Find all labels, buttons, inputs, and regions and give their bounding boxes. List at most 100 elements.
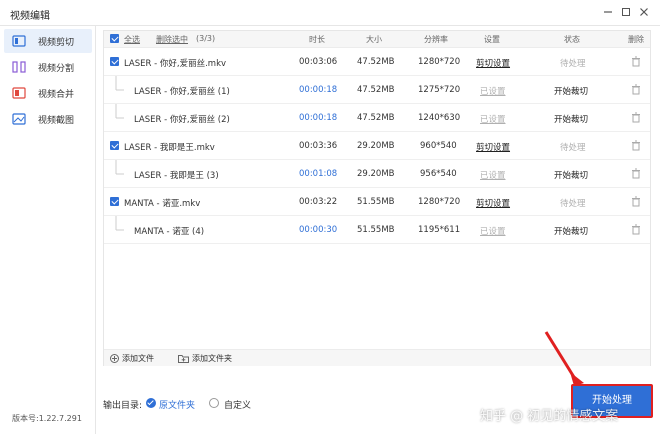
resolution: 1280*720 bbox=[418, 57, 461, 67]
duration: 00:01:08 bbox=[299, 169, 338, 179]
sidebar-item-video-cut[interactable]: 视频剪切 bbox=[4, 29, 92, 53]
duration: 00:00:18 bbox=[299, 113, 338, 123]
trash-icon[interactable] bbox=[631, 56, 641, 67]
trash-icon[interactable] bbox=[631, 196, 641, 207]
radio-original-folder[interactable] bbox=[146, 398, 156, 408]
sidebar-item-video-split[interactable]: 视频分割 bbox=[4, 55, 92, 79]
add-file-button[interactable]: 添加文件 bbox=[122, 353, 154, 364]
file-size: 51.55MB bbox=[357, 225, 395, 235]
trash-icon[interactable] bbox=[631, 224, 641, 235]
resolution: 1195*611 bbox=[418, 225, 461, 235]
row-checkbox[interactable] bbox=[110, 57, 119, 66]
status-text: 待处理 bbox=[560, 143, 586, 153]
sidebar-item-label: 视频截图 bbox=[38, 116, 75, 126]
resolution: 1240*630 bbox=[418, 113, 461, 123]
add-files-bar: 添加文件 添加文件夹 bbox=[104, 349, 650, 366]
column-delete: 删除 bbox=[628, 35, 644, 44]
file-size: 51.55MB bbox=[357, 197, 395, 207]
clip-name: MANTA - 诺亚 (4) bbox=[134, 227, 205, 237]
tree-connector bbox=[115, 160, 124, 175]
version-text: 版本号:1.22.7.291 bbox=[12, 414, 82, 423]
start-cut-button[interactable]: 开始裁切 bbox=[554, 169, 588, 181]
table-row-clip[interactable]: LASER - 你好,爱丽丝 (1) 00:00:18 47.52MB 1275… bbox=[104, 76, 650, 104]
title-bar: 视频编辑 bbox=[0, 0, 660, 26]
settings-done-link[interactable]: 已设置 bbox=[480, 169, 506, 181]
sidebar-item-video-screenshot[interactable]: 视频截图 bbox=[4, 107, 92, 131]
resolution: 1275*720 bbox=[418, 85, 461, 95]
add-icon[interactable] bbox=[110, 354, 119, 366]
delete-selected-button[interactable]: 删除选中 bbox=[156, 34, 188, 45]
sidebar-item-video-merge[interactable]: 视频合并 bbox=[4, 81, 92, 105]
settings-done-link[interactable]: 已设置 bbox=[480, 85, 506, 97]
radio-original-folder-label[interactable]: 原文件夹 bbox=[159, 398, 195, 411]
clip-name: LASER - 你好,爱丽丝 (1) bbox=[134, 87, 230, 97]
start-cut-button[interactable]: 开始裁切 bbox=[554, 113, 588, 125]
resolution: 960*540 bbox=[420, 141, 457, 151]
clip-name: LASER - 我即是王 (3) bbox=[134, 171, 219, 181]
split-icon bbox=[12, 60, 26, 74]
column-status: 状态 bbox=[564, 35, 580, 44]
trash-icon[interactable] bbox=[631, 112, 641, 123]
cut-settings-link[interactable]: 剪切设置 bbox=[476, 57, 510, 69]
row-checkbox[interactable] bbox=[110, 141, 119, 150]
column-resolution: 分辨率 bbox=[424, 35, 448, 44]
table-row-clip[interactable]: LASER - 你好,爱丽丝 (2) 00:00:18 47.52MB 1240… bbox=[104, 104, 650, 132]
cut-settings-link[interactable]: 剪切设置 bbox=[476, 197, 510, 209]
cut-settings-link[interactable]: 剪切设置 bbox=[476, 141, 510, 153]
tree-connector bbox=[115, 104, 124, 119]
file-size: 47.52MB bbox=[357, 57, 395, 67]
table-header: 全选 删除选中 (3/3) 时长 大小 分辨率 设置 状态 删除 bbox=[104, 31, 650, 48]
maximize-icon[interactable] bbox=[620, 6, 632, 18]
resolution: 1280*720 bbox=[418, 197, 461, 207]
close-icon[interactable] bbox=[638, 6, 650, 18]
radio-custom[interactable] bbox=[209, 398, 219, 408]
column-settings: 设置 bbox=[484, 35, 500, 44]
file-size: 47.52MB bbox=[357, 113, 395, 123]
start-cut-button[interactable]: 开始裁切 bbox=[554, 225, 588, 237]
duration: 00:03:06 bbox=[299, 57, 338, 67]
tree-connector bbox=[115, 216, 124, 231]
sidebar-item-label: 视频剪切 bbox=[38, 38, 75, 48]
table-row-file[interactable]: LASER - 我即是王.mkv 00:03:36 29.20MB 960*54… bbox=[104, 132, 650, 160]
file-list-panel: 全选 删除选中 (3/3) 时长 大小 分辨率 设置 状态 删除 LASER -… bbox=[103, 30, 651, 366]
file-size: 29.20MB bbox=[357, 169, 395, 179]
duration: 00:03:36 bbox=[299, 141, 338, 151]
sidebar: 视频剪切 视频分割 视频合并 视频截图 版本号:1.22.7.291 bbox=[0, 26, 96, 434]
trash-icon[interactable] bbox=[631, 140, 641, 151]
duration: 00:00:18 bbox=[299, 85, 338, 95]
table-row-clip[interactable]: LASER - 我即是王 (3) 00:01:08 29.20MB 956*54… bbox=[104, 160, 650, 188]
column-duration: 时长 bbox=[309, 35, 325, 44]
merge-icon bbox=[12, 86, 26, 100]
duration: 00:00:30 bbox=[299, 225, 338, 235]
table-row-file[interactable]: LASER - 你好,爱丽丝.mkv 00:03:06 47.52MB 1280… bbox=[104, 48, 650, 76]
sidebar-item-label: 视频分割 bbox=[38, 64, 75, 74]
folder-icon[interactable] bbox=[178, 354, 189, 366]
select-all-label[interactable]: 全选 bbox=[124, 34, 140, 45]
file-name: LASER - 我即是王.mkv bbox=[124, 143, 215, 153]
watermark: 知乎 @ 初见的情感文案 bbox=[480, 409, 619, 424]
trash-icon[interactable] bbox=[631, 168, 641, 179]
clip-name: LASER - 你好,爱丽丝 (2) bbox=[134, 115, 230, 125]
row-checkbox[interactable] bbox=[110, 197, 119, 206]
resolution: 956*540 bbox=[420, 169, 457, 179]
select-all-checkbox[interactable] bbox=[110, 34, 119, 43]
file-size: 47.52MB bbox=[357, 85, 395, 95]
sidebar-item-label: 视频合并 bbox=[38, 90, 75, 100]
file-size: 29.20MB bbox=[357, 141, 395, 151]
trash-icon[interactable] bbox=[631, 84, 641, 95]
start-cut-button[interactable]: 开始裁切 bbox=[554, 85, 588, 97]
scissors-video-icon bbox=[12, 34, 26, 48]
table-row-clip[interactable]: MANTA - 诺亚 (4) 00:00:30 51.55MB 1195*611… bbox=[104, 216, 650, 244]
radio-custom-label[interactable]: 自定义 bbox=[224, 398, 251, 411]
screenshot-icon bbox=[12, 112, 26, 126]
selected-count: (3/3) bbox=[196, 34, 216, 43]
table-row-file[interactable]: MANTA - 诺亚.mkv 00:03:22 51.55MB 1280*720… bbox=[104, 188, 650, 216]
minimize-icon[interactable] bbox=[602, 6, 614, 18]
add-folder-button[interactable]: 添加文件夹 bbox=[192, 353, 232, 364]
settings-done-link[interactable]: 已设置 bbox=[480, 225, 506, 237]
settings-done-link[interactable]: 已设置 bbox=[480, 113, 506, 125]
status-text: 待处理 bbox=[560, 59, 586, 69]
window-title: 视频编辑 bbox=[10, 11, 50, 22]
column-size: 大小 bbox=[366, 35, 382, 44]
output-dir-label: 输出目录: bbox=[103, 401, 143, 411]
